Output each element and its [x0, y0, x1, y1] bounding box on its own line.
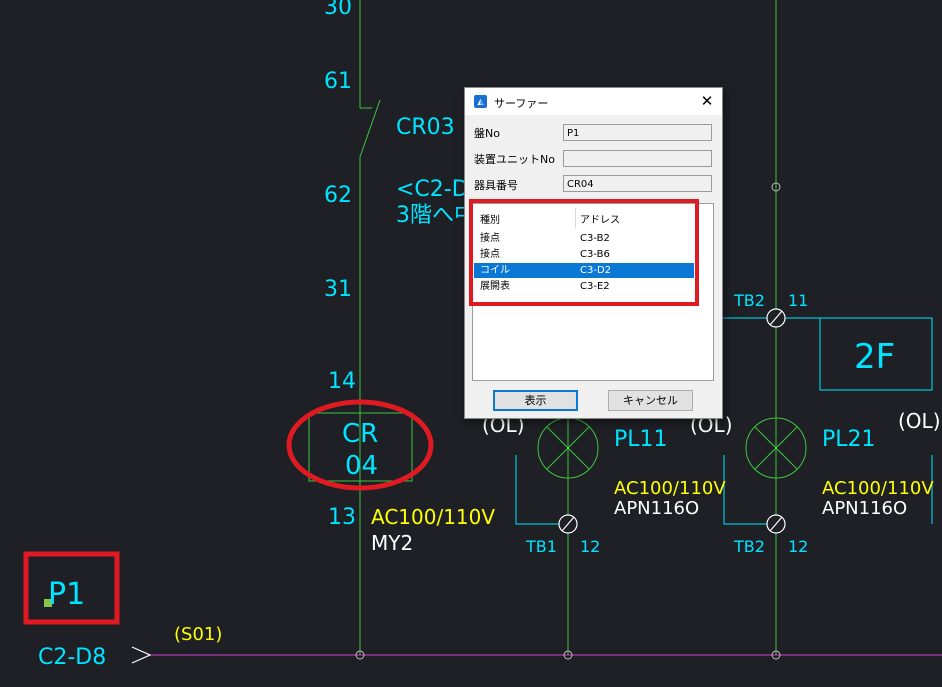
ol-label-right: (OL): [898, 409, 941, 433]
wire-number-30: 30: [324, 0, 352, 20]
coil-label-1: CR: [342, 419, 378, 449]
wire-number-62: 62: [324, 183, 352, 208]
coil-model: MY2: [371, 531, 413, 555]
list-item-address: C3-E2: [580, 281, 610, 292]
list-header-address[interactable]: アドレス: [580, 211, 620, 226]
wire-contact-blade: [359, 99, 381, 158]
dialog-title: サーファー: [494, 97, 549, 110]
list-header-divider[interactable]: [575, 208, 576, 228]
list-item-type: 展開表: [480, 281, 510, 292]
tb2-bottom-label: TB2: [733, 537, 765, 556]
list-item-type: 接点: [480, 249, 500, 260]
list-item-address: C3-B2: [580, 233, 610, 244]
wire-cyan-left: [515, 455, 560, 525]
lamp-pl11-name: PL11: [614, 427, 668, 452]
lamp-pl11-voltage: AC100/110V: [614, 478, 726, 499]
list-item-type: コイル: [480, 265, 510, 276]
line-label: (S01): [174, 624, 222, 645]
list-header-type[interactable]: 種別: [480, 211, 500, 226]
lamp-pl21-voltage: AC100/110V: [822, 478, 934, 499]
dialog-titlebar[interactable]: ◭ サーファー ✕: [465, 88, 722, 115]
surfer-dialog: ◭ サーファー ✕ 盤No P1 装置ユニットNo 器具番号 CR04 種別 ア…: [464, 87, 723, 419]
unit-no-field[interactable]: [563, 150, 712, 167]
arrow-connector-icon: [131, 646, 152, 664]
wire-number-31: 31: [324, 277, 352, 302]
address-list[interactable]: 種別 アドレス 接点 C3-B2 接点 C3-B6 コイル C3-D2 展開表 …: [472, 203, 714, 381]
device-no-field[interactable]: CR04: [563, 175, 712, 192]
list-item-address: C3-B6: [580, 249, 610, 260]
wire-number-13: 13: [328, 505, 356, 530]
wire-number-61: 61: [324, 69, 352, 94]
list-item[interactable]: 接点 C3-B2: [474, 231, 694, 246]
note-line-1: <C2-D: [396, 177, 469, 202]
list-item-address: C3-D2: [580, 265, 612, 276]
tb1-number: 12: [580, 537, 600, 556]
tb2-top-number: 11: [788, 291, 808, 310]
coil-voltage: AC100/110V: [371, 505, 495, 529]
panel-label: P1: [48, 577, 85, 612]
lamp-pl11-model: APN116O: [614, 498, 699, 519]
tb2-bottom-number: 12: [788, 537, 808, 556]
panel-no-field[interactable]: P1: [563, 124, 712, 141]
close-icon[interactable]: ✕: [694, 90, 720, 112]
tb2-top-label: TB2: [733, 291, 765, 310]
contact-label: CR03: [396, 115, 455, 140]
tb1-label: TB1: [525, 537, 557, 556]
wire-cyan-mid: [723, 455, 768, 525]
wire-number-14: 14: [328, 369, 356, 394]
list-item-selected[interactable]: コイル C3-D2: [474, 263, 694, 278]
field-label-unit-no: 装置ユニットNo: [474, 153, 555, 166]
coil-label-2: 04: [345, 451, 378, 481]
field-label-device-no: 器具番号: [474, 179, 518, 192]
app-logo-icon: ◭: [474, 95, 487, 108]
ref-label: C2-D8: [38, 645, 106, 670]
lamp-pl21-model: APN116O: [822, 498, 907, 519]
list-item-type: 接点: [480, 233, 500, 244]
floor-label: 2F: [854, 337, 895, 377]
show-button[interactable]: 表示: [493, 390, 578, 411]
list-item[interactable]: 展開表 C3-E2: [474, 279, 694, 294]
cancel-button[interactable]: キャンセル: [608, 390, 693, 411]
lamp-pl21-name: PL21: [822, 427, 876, 452]
list-item[interactable]: 接点 C3-B6: [474, 247, 694, 262]
field-label-panel-no: 盤No: [474, 127, 500, 140]
